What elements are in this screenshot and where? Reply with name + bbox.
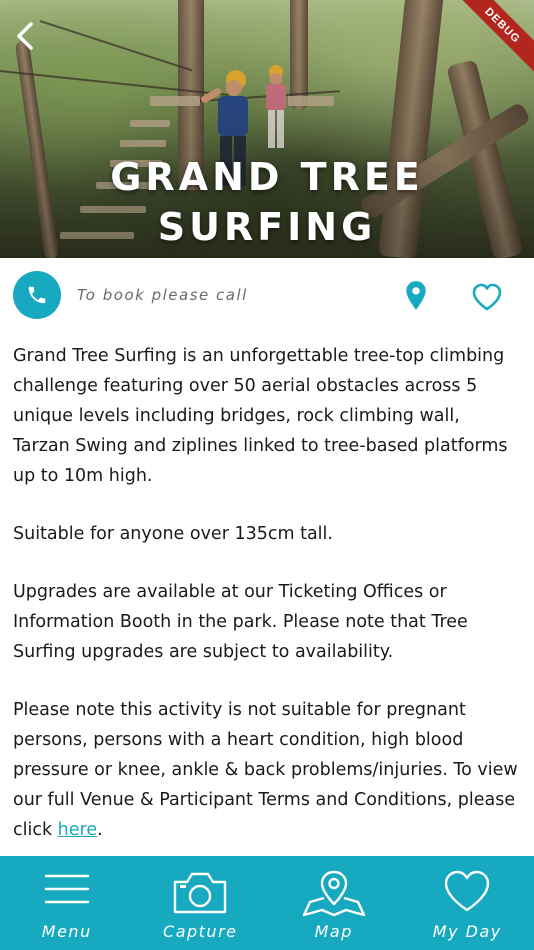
hero-image: GRAND TREE SURFING DEBUG bbox=[0, 0, 534, 258]
page-title-line2: SURFING bbox=[157, 205, 377, 249]
page-title-line1: GRAND TREE bbox=[110, 155, 424, 199]
action-row: To book please call bbox=[0, 258, 534, 334]
description-paragraph: Please note this activity is not suitabl… bbox=[13, 695, 521, 845]
tab-map[interactable]: Map bbox=[267, 856, 401, 950]
hamburger-icon bbox=[44, 874, 89, 904]
map-pin-icon bbox=[406, 281, 426, 310]
description-paragraph: Upgrades are available at our Ticketing … bbox=[13, 582, 468, 662]
tab-capture[interactable]: Capture bbox=[134, 856, 268, 950]
call-button[interactable] bbox=[13, 271, 61, 319]
terms-link[interactable]: here bbox=[58, 820, 97, 840]
tab-label: Capture bbox=[163, 922, 238, 941]
heart-outline-icon bbox=[472, 283, 502, 311]
description-paragraph: Suitable for anyone over 135cm tall. bbox=[13, 524, 333, 544]
favorite-button[interactable] bbox=[471, 282, 503, 312]
page-title: GRAND TREE SURFING bbox=[0, 152, 534, 252]
description: Grand Tree Surfing is an unforgettable t… bbox=[13, 341, 521, 873]
bottom-tab-bar: Menu Capture Map My Day bbox=[0, 856, 534, 950]
phone-icon bbox=[28, 286, 46, 304]
terms-text: Please note this activity is not suitabl… bbox=[13, 700, 518, 840]
terms-suffix: . bbox=[97, 820, 103, 840]
tab-label: My Day bbox=[432, 922, 502, 941]
tab-menu[interactable]: Menu bbox=[0, 856, 134, 950]
tab-label: Menu bbox=[41, 922, 92, 941]
chevron-left-icon bbox=[17, 22, 33, 50]
location-button[interactable] bbox=[402, 280, 430, 312]
camera-icon bbox=[174, 872, 227, 914]
description-paragraph: Grand Tree Surfing is an unforgettable t… bbox=[13, 346, 508, 486]
map-icon bbox=[302, 870, 365, 917]
tab-label: Map bbox=[314, 922, 353, 941]
call-to-book-text[interactable]: To book please call bbox=[77, 286, 248, 304]
back-button[interactable] bbox=[8, 18, 42, 54]
heart-icon bbox=[445, 870, 490, 912]
tab-my-day[interactable]: My Day bbox=[401, 856, 534, 950]
